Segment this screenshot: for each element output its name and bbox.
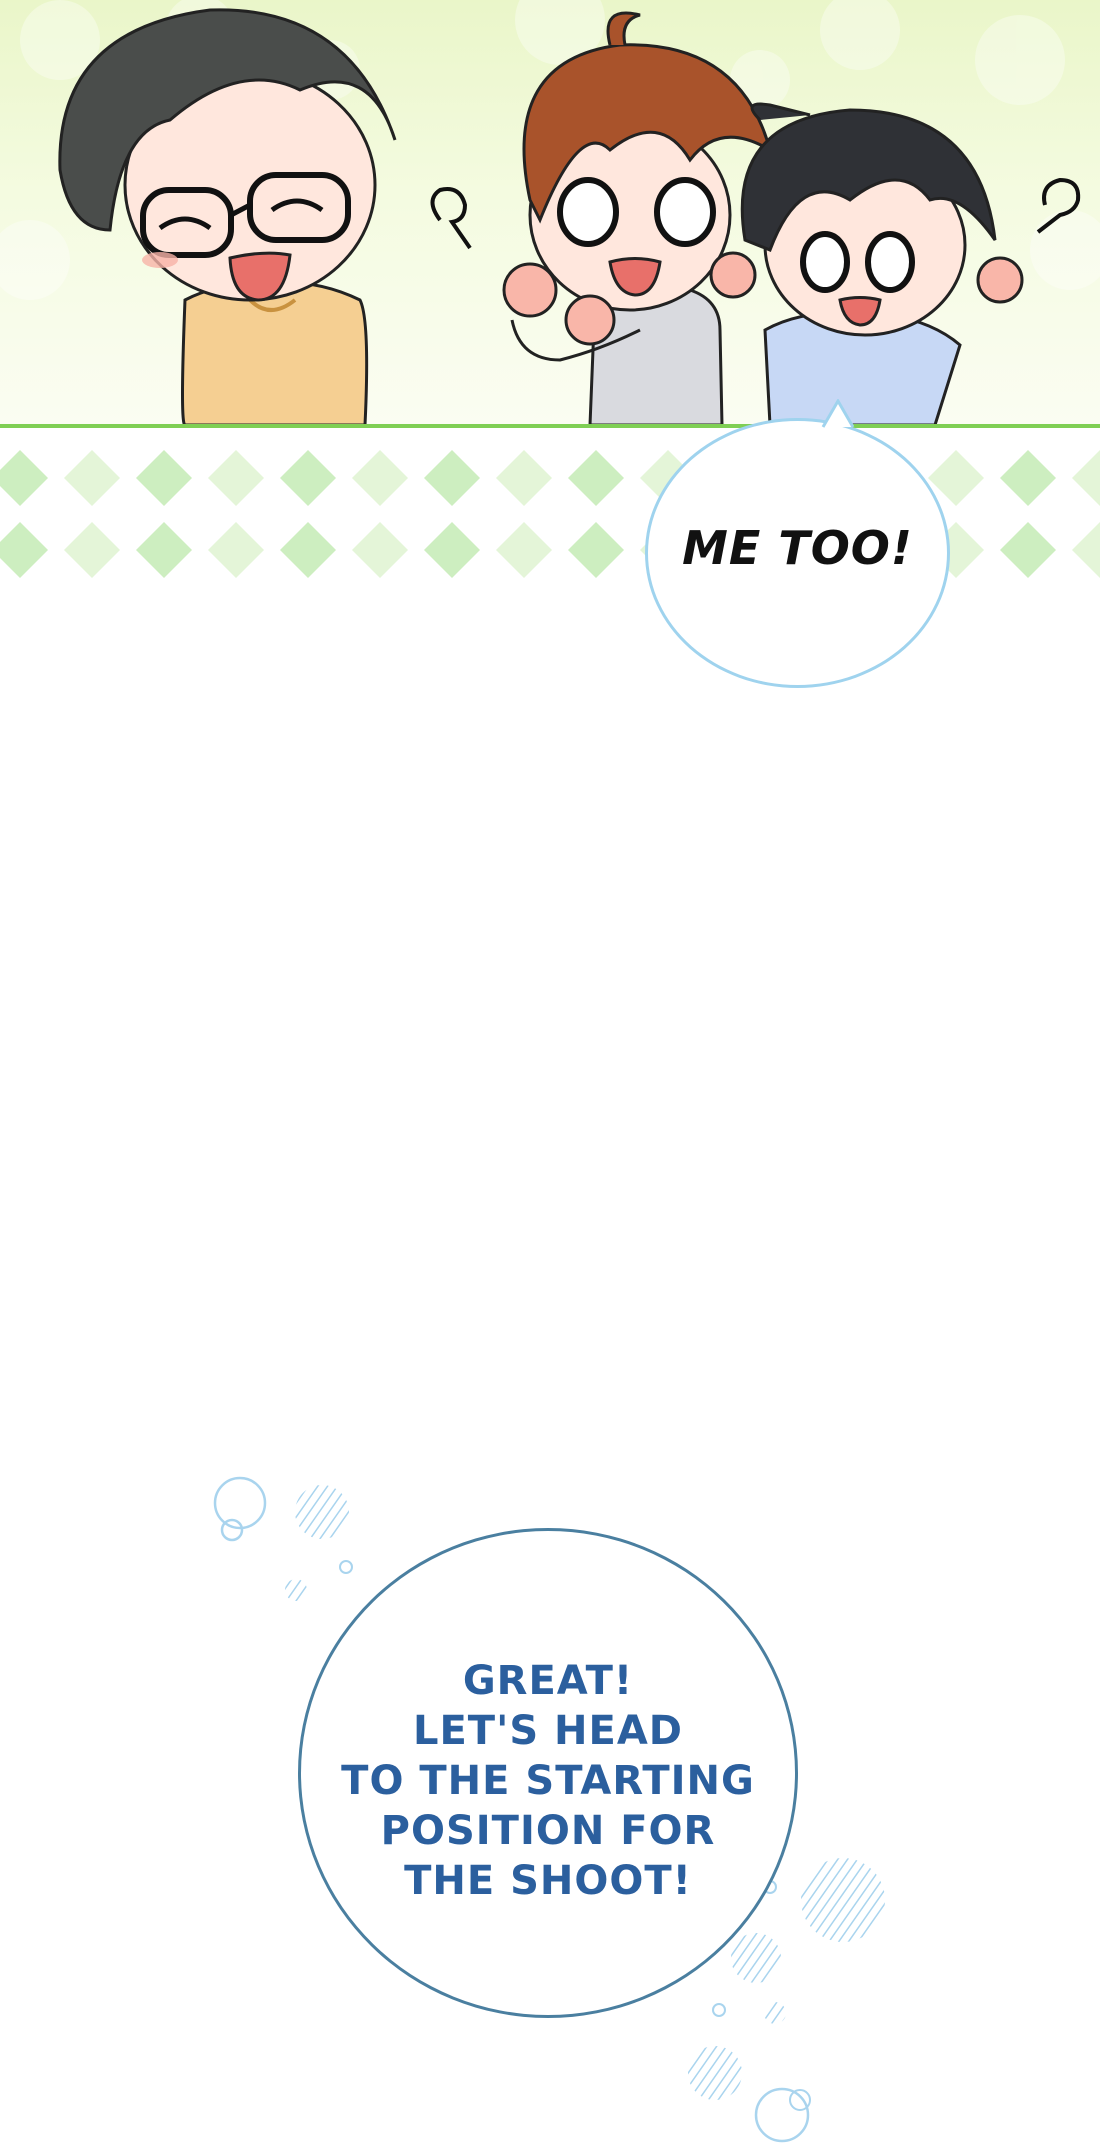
bubble-ring — [339, 1560, 353, 1574]
bubble-hatched — [731, 1933, 781, 1983]
bubble-ring — [754, 2087, 810, 2143]
pattern-diamond — [1000, 450, 1056, 506]
pattern-diamond — [1072, 450, 1100, 506]
pattern-diamond — [64, 450, 120, 506]
character-boy-with-glasses — [58, 8, 397, 425]
pattern-diamond — [1000, 522, 1056, 578]
pattern-diamond — [0, 450, 48, 506]
pattern-diamond — [208, 522, 264, 578]
bubble-ring — [712, 2003, 726, 2017]
announcement-line: POSITION FOR — [380, 1808, 716, 1854]
pattern-diamond — [280, 522, 336, 578]
bubble-hatched — [295, 1485, 349, 1539]
announcement-line: TO THE STARTING — [341, 1758, 755, 1804]
bubble-hatched — [688, 2046, 742, 2100]
announcement-line: THE SHOOT! — [404, 1858, 692, 1904]
pattern-diamond — [280, 450, 336, 506]
pattern-diamond — [424, 522, 480, 578]
character-black-haired-boy — [709, 102, 1024, 425]
pattern-diamond — [496, 522, 552, 578]
character-brown-haired-boy — [502, 11, 773, 425]
pattern-diamond — [352, 522, 408, 578]
panel-illustration — [0, 0, 1100, 425]
comic-panel-top — [0, 0, 1100, 425]
pattern-diamond — [64, 522, 120, 578]
bubble-hatched — [764, 2002, 786, 2024]
question-squiggle-left — [430, 187, 472, 250]
speech-bubble-announcement: GREAT! LET'S HEAD TO THE STARTING POSITI… — [298, 1528, 798, 2018]
pattern-diamond — [208, 450, 264, 506]
pattern-diamond — [136, 450, 192, 506]
announcement-text: GREAT! LET'S HEAD TO THE STARTING POSITI… — [301, 1656, 795, 1906]
bubble-hatched — [801, 1858, 885, 1942]
pattern-diamond — [496, 450, 552, 506]
bubble-tail — [821, 399, 855, 428]
pattern-diamond — [352, 450, 408, 506]
announcement-line: GREAT! — [462, 1658, 634, 1704]
pattern-diamond — [568, 450, 624, 506]
speech-bubble-reply: ME TOO! — [645, 399, 950, 688]
announcement-line: LET'S HEAD — [412, 1708, 684, 1754]
pattern-diamond — [424, 450, 480, 506]
pattern-diamond — [0, 522, 48, 578]
bubble-ring — [789, 2089, 811, 2111]
pattern-diamond — [568, 522, 624, 578]
pattern-diamond — [1072, 522, 1100, 578]
bubble-hatched — [285, 1579, 307, 1601]
bubble-ring — [220, 1518, 244, 1542]
pattern-diamond — [136, 522, 192, 578]
bubble-ring — [213, 1476, 267, 1530]
reply-text: ME TOO! — [682, 521, 913, 575]
